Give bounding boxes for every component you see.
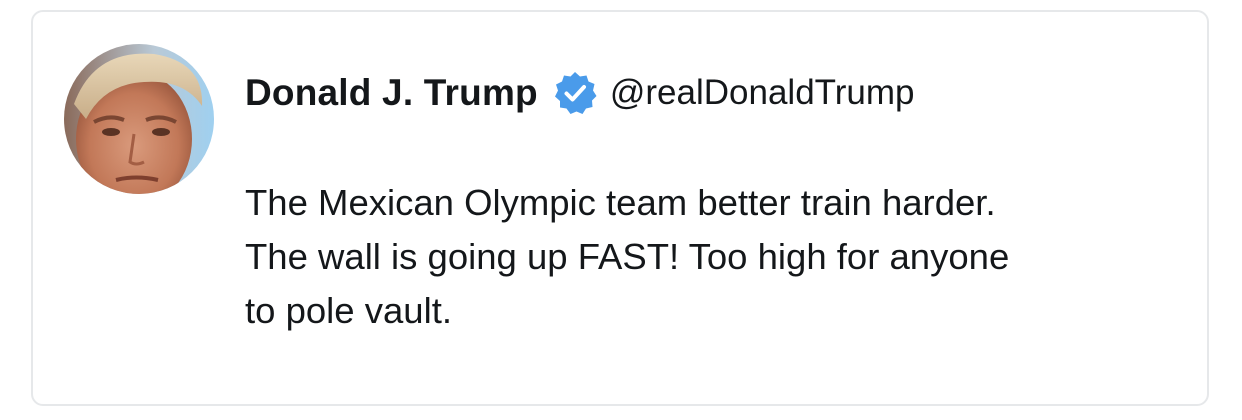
tweet-card[interactable]: Donald J. Trump @realDonaldTrump The Mex…: [31, 10, 1209, 406]
author-handle[interactable]: @realDonaldTrump: [610, 73, 915, 113]
verified-badge-icon: [552, 70, 598, 116]
avatar[interactable]: [64, 44, 214, 194]
author-display-name[interactable]: Donald J. Trump: [245, 72, 538, 114]
tweet-header: Donald J. Trump @realDonaldTrump: [245, 68, 915, 118]
avatar-image: [64, 44, 214, 194]
tweet-text: The Mexican Olympic team better train ha…: [245, 182, 1010, 331]
